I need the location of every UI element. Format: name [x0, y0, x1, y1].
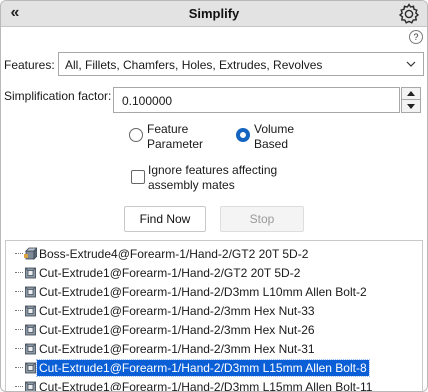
cut-extrude-icon: [24, 342, 37, 355]
tree-connector: [15, 367, 23, 368]
title-bar: « Simplify: [1, 1, 427, 27]
list-item[interactable]: Cut-Extrude1@Forearm-1/Hand-2/3mm Hex Nu…: [6, 320, 422, 339]
ignore-mates-label: Ignore features affecting assembly mates: [148, 163, 298, 193]
tree-connector: [15, 348, 23, 349]
find-now-button[interactable]: Find Now: [124, 206, 206, 232]
features-dropdown[interactable]: All, Fillets, Chamfers, Holes, Extrudes,…: [58, 52, 424, 76]
list-item-label: Cut-Extrude1@Forearm-1/Hand-2/D3mm L15mm…: [39, 380, 373, 392]
tree-connector: [15, 272, 23, 273]
volume-based-label: Volume Based: [254, 122, 294, 152]
list-item-label: Cut-Extrude1@Forearm-1/Hand-2/3mm Hex Nu…: [39, 304, 315, 318]
cut-extrude-icon: [24, 304, 37, 317]
list-item[interactable]: Cut-Extrude1@Forearm-1/Hand-2/D3mm L10mm…: [6, 282, 422, 301]
factor-spinner: [401, 87, 421, 113]
list-item[interactable]: Cut-Extrude1@Forearm-1/Hand-2/D3mm L15mm…: [6, 358, 422, 377]
feature-parameter-label-line2: Parameter: [147, 137, 204, 151]
help-icon[interactable]: ?: [409, 30, 423, 44]
list-item-label: Cut-Extrude1@Forearm-1/Hand-2/GT2 20T 5D…: [39, 266, 301, 280]
tree-connector: [15, 291, 23, 292]
tree-connector: [15, 253, 23, 254]
features-value: All, Fillets, Chamfers, Holes, Extrudes,…: [65, 58, 323, 72]
radio-button: [129, 128, 143, 142]
feature-parameter-label: Feature Parameter: [147, 122, 203, 152]
feature-parameter-radio[interactable]: Feature Parameter: [129, 122, 219, 154]
chevron-down-icon: [405, 58, 417, 70]
boss-extrude-icon: [24, 247, 38, 260]
simplify-panel: « Simplify ? Features: All, Fillets, Cha…: [0, 0, 428, 392]
list-item-label: Cut-Extrude1@Forearm-1/Hand-2/D3mm L15mm…: [36, 359, 370, 377]
stop-button[interactable]: Stop: [220, 206, 304, 232]
list-item[interactable]: Cut-Extrude1@Forearm-1/Hand-2/D3mm L15mm…: [6, 377, 422, 392]
list-item-label: Boss-Extrude4@Forearm-1/Hand-2/GT2 20T 5…: [39, 247, 309, 261]
list-item-label: Cut-Extrude1@Forearm-1/Hand-2/3mm Hex Nu…: [39, 342, 315, 356]
list-item[interactable]: Boss-Extrude4@Forearm-1/Hand-2/GT2 20T 5…: [6, 244, 422, 263]
ignore-mates-checkbox[interactable]: Ignore features affecting assembly mates: [131, 163, 301, 195]
radio-button-selected: [236, 128, 250, 142]
panel-title: Simplify: [188, 6, 240, 21]
volume-based-label-line2: Based: [254, 137, 289, 151]
list-item-label: Cut-Extrude1@Forearm-1/Hand-2/3mm Hex Nu…: [39, 323, 315, 337]
feature-parameter-label-line1: Feature: [147, 122, 189, 136]
ignore-mates-label-line2: assembly mates: [148, 178, 235, 192]
gear-icon[interactable]: [397, 2, 421, 26]
simplification-factor-input[interactable]: 0.100000: [113, 87, 400, 113]
cut-extrude-icon: [24, 361, 37, 374]
features-label: Features:: [4, 58, 55, 72]
tree-connector: [15, 386, 23, 387]
cut-extrude-icon: [24, 323, 37, 336]
cut-extrude-icon: [24, 266, 37, 279]
results-list[interactable]: Boss-Extrude4@Forearm-1/Hand-2/GT2 20T 5…: [5, 240, 423, 392]
arrow-down-icon[interactable]: [402, 100, 420, 112]
volume-based-label-line1: Volume: [254, 122, 295, 136]
simplification-factor-value: 0.100000: [122, 94, 173, 108]
list-item[interactable]: Cut-Extrude1@Forearm-1/Hand-2/3mm Hex Nu…: [6, 301, 422, 320]
cut-extrude-icon: [24, 380, 37, 391]
checkbox-box: [131, 170, 145, 184]
list-item[interactable]: Cut-Extrude1@Forearm-1/Hand-2/3mm Hex Nu…: [6, 339, 422, 358]
arrow-up-icon[interactable]: [402, 88, 420, 100]
list-item[interactable]: Cut-Extrude1@Forearm-1/Hand-2/GT2 20T 5D…: [6, 263, 422, 282]
ignore-mates-label-line1: Ignore features affecting: [148, 163, 278, 177]
tree-connector: [15, 310, 23, 311]
volume-based-radio[interactable]: Volume Based: [236, 122, 306, 154]
simplification-factor-label: Simplification factor:: [4, 89, 112, 103]
tree-connector: [15, 329, 23, 330]
cut-extrude-icon: [24, 285, 37, 298]
list-item-label: Cut-Extrude1@Forearm-1/Hand-2/D3mm L10mm…: [39, 285, 367, 299]
